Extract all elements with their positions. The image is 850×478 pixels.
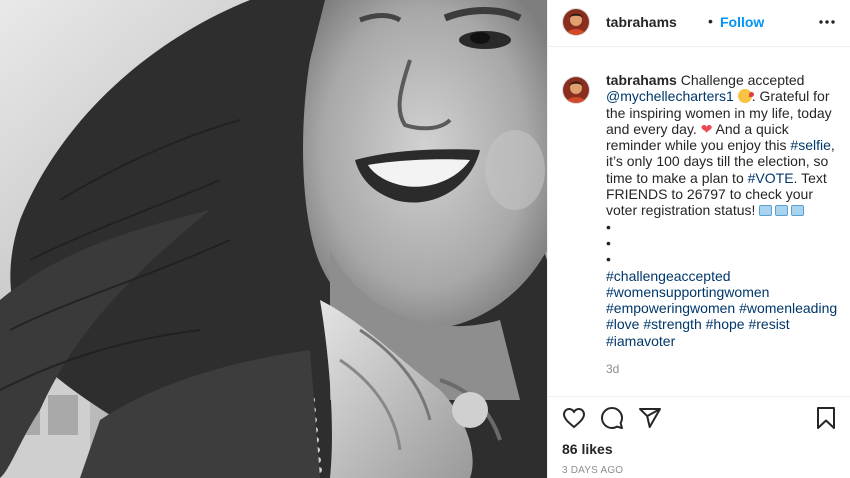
hashtag[interactable]: #womensupportingwomen [606, 284, 769, 300]
selfie-image [0, 0, 547, 478]
red-heart-emoji-icon: ❤ [700, 120, 713, 137]
avatar-image [563, 9, 589, 35]
paper-plane-icon[interactable] [638, 406, 662, 430]
header-separator: • [708, 13, 713, 29]
caption-text: tabrahams Challenge accepted @mychellech… [606, 72, 838, 349]
action-bar [562, 406, 842, 434]
avatar[interactable] [562, 8, 590, 36]
header-username[interactable]: tabrahams [606, 14, 677, 30]
instagram-post: tabrahams • Follow tabrahams Challenge a… [0, 0, 850, 478]
hashtag[interactable]: #iamavoter [606, 333, 675, 349]
caption-intro: Challenge accepted [680, 72, 805, 88]
hashtag-selfie[interactable]: #selfie [790, 137, 830, 153]
follow-button[interactable]: Follow [720, 14, 764, 30]
hashtag[interactable]: #hope [706, 316, 745, 332]
comment-icon[interactable] [600, 406, 624, 430]
caption-username[interactable]: tabrahams [606, 72, 677, 88]
caption-avatar[interactable] [562, 76, 590, 104]
heart-icon[interactable] [562, 406, 586, 430]
caption-bullet: • [606, 218, 611, 235]
ballot-box-emoji-icon [791, 205, 805, 217]
hashtag[interactable]: #challengeaccepted [606, 268, 731, 284]
hashtag[interactable]: #love [606, 316, 639, 332]
more-horizontal-icon[interactable] [817, 14, 837, 30]
caption-avatar-image [563, 77, 589, 103]
hashtag[interactable]: #empoweringwomen [606, 300, 735, 316]
hashtag[interactable]: #womenleading [739, 300, 837, 316]
caption-bullet: • [606, 234, 611, 251]
ballot-box-emoji-icon [759, 205, 773, 217]
kissing-face-emoji-icon [737, 89, 754, 104]
caption-mention[interactable]: @mychellecharters1 [606, 88, 734, 104]
caption-bullet: • [606, 251, 611, 268]
actions-divider [548, 396, 850, 397]
hashtag[interactable]: #strength [643, 316, 701, 332]
hashtag-vote[interactable]: #VOTE [748, 170, 794, 186]
posted-time[interactable]: 3 DAYS AGO [562, 465, 623, 476]
post-header: tabrahams • Follow [548, 0, 850, 46]
post-photo[interactable] [0, 0, 547, 478]
bookmark-icon[interactable] [814, 406, 838, 430]
caption-age[interactable]: 3d [606, 362, 619, 376]
ballot-box-emoji-icon [775, 205, 789, 217]
hashtag[interactable]: #resist [748, 316, 789, 332]
likes-count[interactable]: 86 likes [562, 441, 613, 457]
header-divider [548, 46, 850, 47]
post-side-panel: tabrahams • Follow tabrahams Challenge a… [547, 0, 850, 478]
